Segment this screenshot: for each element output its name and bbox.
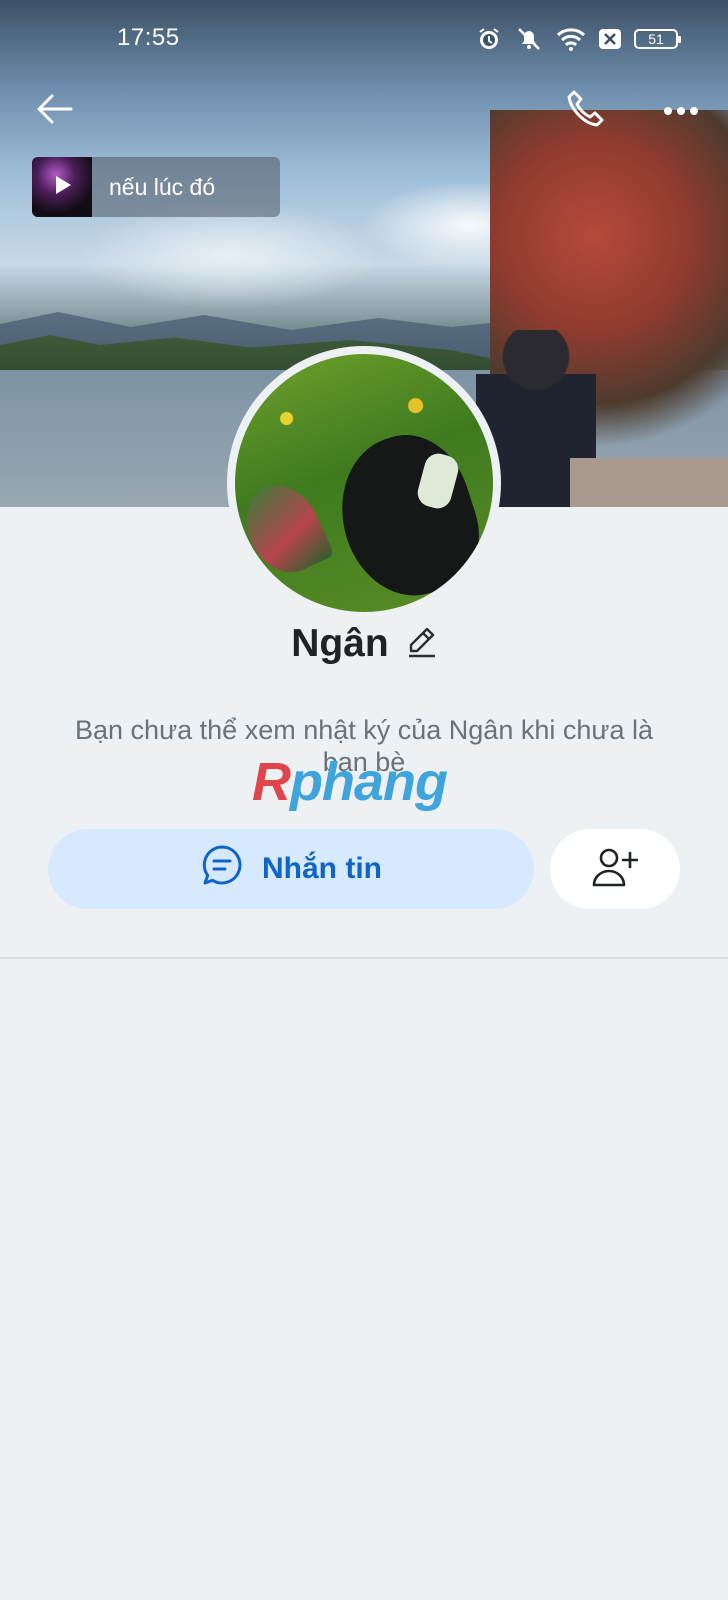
wifi-icon (556, 27, 586, 51)
call-button[interactable] (560, 86, 612, 136)
add-friend-button[interactable] (550, 829, 680, 909)
music-thumbnail (32, 157, 92, 217)
more-options-button[interactable] (656, 92, 706, 132)
more-icon (663, 103, 699, 121)
music-title: nếu lúc đó (109, 173, 216, 200)
status-time: 17:55 (117, 24, 180, 51)
back-button[interactable] (30, 88, 80, 134)
edit-pencil-icon[interactable] (407, 626, 437, 663)
play-icon (51, 174, 73, 201)
name-row: Ngân (0, 622, 728, 666)
profile-name: Ngân (291, 622, 389, 665)
message-button[interactable]: Nhắn tin (48, 829, 534, 909)
avatar[interactable] (227, 346, 501, 620)
add-friend-icon (592, 847, 639, 892)
mute-icon (514, 26, 544, 52)
section-divider (0, 957, 728, 959)
phone-icon (565, 88, 607, 135)
chat-bubble-icon (200, 843, 244, 895)
back-arrow-icon (35, 92, 75, 131)
watermark-logo: Rphang (252, 752, 448, 812)
battery-icon: 51 (634, 29, 681, 49)
message-button-label: Nhắn tin (262, 852, 382, 885)
status-bar: 17:55 51 (0, 0, 728, 62)
profile-music[interactable]: nếu lúc đó (32, 157, 280, 217)
alarm-icon (476, 26, 502, 52)
close-box-icon (598, 28, 622, 50)
